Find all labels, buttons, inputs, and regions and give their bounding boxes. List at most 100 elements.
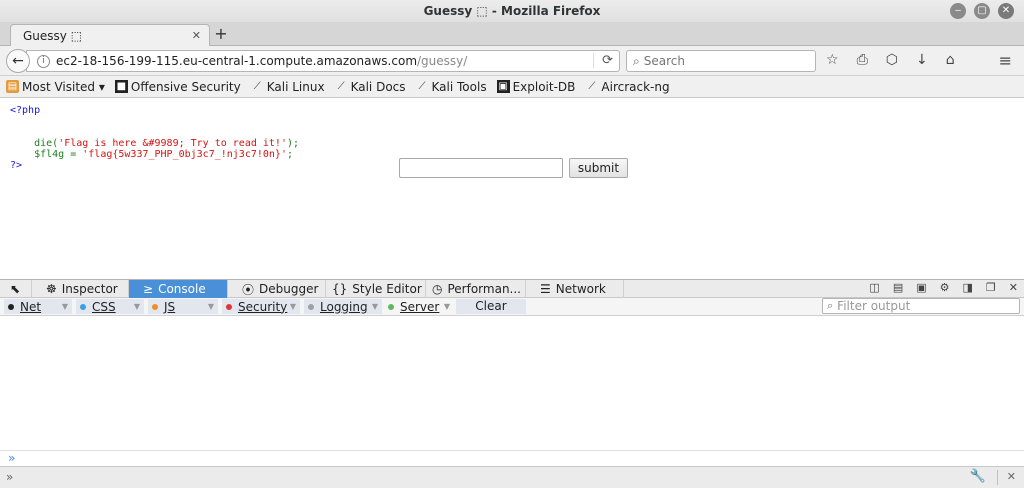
tab-guessy[interactable]: Guessy ⬚ ✕ bbox=[10, 24, 210, 46]
search-input[interactable] bbox=[643, 54, 794, 68]
aircrack-icon: ⟋ bbox=[588, 81, 596, 92]
chevron-down-icon: ▼ bbox=[371, 302, 378, 311]
gcli-prompt-icon[interactable]: » bbox=[6, 470, 13, 484]
bookmark-exploit-db[interactable]: ▣ Exploit-DB bbox=[496, 80, 575, 94]
kali-dragon-icon: ⟋ bbox=[418, 81, 426, 92]
url-host: ec2-18-156-199-115.eu-central-1.compute.… bbox=[56, 54, 418, 68]
performance-icon: ◷ bbox=[432, 282, 443, 296]
bookmark-aircrack-ng[interactable]: ⟋ Aircrack-ng bbox=[585, 80, 669, 94]
debugger-icon: ⦿ bbox=[242, 282, 255, 297]
die-argument: 'Flag is here &#9989; Try to read it!' bbox=[58, 138, 287, 149]
window-title: Guessy ⬚ - Mozilla Firefox bbox=[423, 4, 601, 18]
network-icon: ☰ bbox=[540, 282, 551, 296]
chevron-down-icon: ▼ bbox=[443, 302, 450, 311]
scratchpad-icon[interactable]: ▣ bbox=[916, 281, 926, 294]
filter-security[interactable]: Security ▼ bbox=[222, 299, 300, 314]
filter-css[interactable]: CSS ▼ bbox=[76, 299, 144, 314]
flag-variable: $fl4g bbox=[34, 149, 65, 160]
js-dot-icon bbox=[152, 303, 158, 310]
reload-icon[interactable]: ⟳ bbox=[593, 53, 613, 68]
responsive-mode-icon[interactable]: ▤ bbox=[893, 281, 903, 294]
folder-icon: ▤ bbox=[6, 80, 19, 93]
guess-form: submit bbox=[399, 158, 628, 178]
tab-inspector[interactable]: ☸ Inspector bbox=[32, 280, 129, 298]
downloads-icon[interactable]: ↓ bbox=[916, 52, 928, 68]
server-dot-icon bbox=[388, 303, 394, 310]
kali-dragon-icon: ⟋ bbox=[253, 81, 261, 92]
php-open-tag: <?php bbox=[10, 105, 41, 116]
url-bar[interactable]: i ec2-18-156-199-115.eu-central-1.comput… bbox=[26, 50, 620, 72]
page-content: <?php die('Flag is here &#9989; Try to r… bbox=[0, 99, 1024, 279]
css-dot-icon bbox=[80, 303, 86, 310]
logging-dot-icon bbox=[308, 303, 314, 310]
undock-icon[interactable]: ❐ bbox=[986, 281, 996, 294]
tab-debugger[interactable]: ⦿ Debugger bbox=[228, 280, 326, 298]
home-icon[interactable]: ⌂ bbox=[946, 52, 955, 68]
toolbar-divider bbox=[997, 470, 998, 485]
window-titlebar: Guessy ⬚ - Mozilla Firefox ‒ ▢ ✕ bbox=[0, 0, 1024, 22]
flag-value: 'flag{5w337_PHP_0bj3c7_!nj3c7!0n}' bbox=[82, 149, 287, 160]
guess-input[interactable] bbox=[399, 158, 563, 178]
console-prompt-icon: » bbox=[8, 451, 16, 465]
close-toolbar-icon[interactable]: ✕ bbox=[1007, 470, 1016, 483]
offsec-icon: ■ bbox=[114, 80, 128, 93]
clear-button[interactable]: Clear bbox=[456, 299, 526, 314]
chevron-down-icon: ▼ bbox=[207, 302, 214, 311]
tab-console[interactable]: ≥ Console bbox=[129, 280, 228, 298]
element-picker-icon[interactable]: ⬉ bbox=[0, 280, 32, 298]
close-devtools-icon[interactable]: ✕ bbox=[1009, 281, 1018, 294]
semicolon: ; bbox=[286, 149, 293, 160]
search-icon: ⌕ bbox=[827, 299, 834, 312]
filter-server[interactable]: Server ▼ bbox=[384, 299, 454, 314]
tab-close-icon[interactable]: ✕ bbox=[192, 29, 201, 42]
bookmark-kali-tools[interactable]: ⟋ Kali Tools bbox=[416, 80, 487, 94]
pocket-icon[interactable]: ⬡ bbox=[886, 52, 898, 68]
toolbar-icons: ☆ ⎙ ⬡ ↓ ⌂ bbox=[826, 52, 955, 68]
submit-button[interactable]: submit bbox=[569, 158, 628, 178]
exploit-db-icon: ▣ bbox=[496, 80, 510, 93]
search-bar[interactable]: ⌕ bbox=[626, 50, 816, 72]
bookmark-star-icon[interactable]: ☆ bbox=[826, 52, 839, 68]
close-window-button[interactable]: ✕ bbox=[998, 3, 1014, 19]
filter-js[interactable]: JS ▼ bbox=[148, 299, 218, 314]
navigation-toolbar: i ec2-18-156-199-115.eu-central-1.comput… bbox=[0, 46, 1024, 76]
bookmark-kali-docs[interactable]: ⟋ Kali Docs bbox=[335, 80, 406, 94]
bookmark-most-visited[interactable]: ▤ Most Visited ▾ bbox=[6, 80, 105, 94]
reading-list-icon[interactable]: ⎙ bbox=[857, 52, 868, 68]
tab-title: Guessy ⬚ bbox=[23, 28, 83, 43]
split-console-icon[interactable]: ◫ bbox=[869, 281, 879, 294]
tab-performance[interactable]: ◷ Performan... bbox=[426, 280, 526, 298]
die-end: ); bbox=[286, 138, 300, 149]
wrench-icon[interactable]: 🔧 bbox=[970, 469, 986, 484]
php-source: <?php die('Flag is here &#9989; Try to r… bbox=[10, 105, 299, 171]
console-output bbox=[0, 316, 1024, 450]
dock-side-icon[interactable]: ◨ bbox=[963, 281, 973, 294]
tab-network[interactable]: ☰ Network bbox=[526, 280, 624, 298]
maximize-button[interactable]: ▢ bbox=[974, 3, 990, 19]
assign-operator: = bbox=[64, 149, 83, 160]
filter-logging[interactable]: Logging ▼ bbox=[304, 299, 382, 314]
tab-style-editor[interactable]: {} Style Editor bbox=[326, 280, 426, 298]
bookmark-kali-linux[interactable]: ⟋ Kali Linux bbox=[251, 80, 325, 94]
minimize-button[interactable]: ‒ bbox=[950, 3, 966, 19]
hamburger-menu-icon[interactable]: ≡ bbox=[999, 51, 1012, 70]
url-path: /guessy/ bbox=[417, 54, 468, 68]
filter-output-field[interactable]: ⌕ Filter output bbox=[822, 298, 1020, 314]
filter-output-placeholder: Filter output bbox=[837, 299, 911, 313]
bookmark-offensive-security[interactable]: ■ Offensive Security bbox=[114, 80, 241, 94]
new-tab-button[interactable]: + bbox=[212, 25, 230, 43]
inspector-icon: ☸ bbox=[46, 282, 57, 296]
php-close-tag: ?> bbox=[10, 160, 23, 171]
filter-net[interactable]: Net ▼ bbox=[4, 299, 72, 314]
back-button[interactable]: ← bbox=[6, 49, 30, 73]
tab-strip: Guessy ⬚ ✕ + bbox=[0, 22, 1024, 46]
security-dot-icon bbox=[226, 303, 232, 310]
console-input[interactable]: » bbox=[0, 450, 1024, 466]
die-call: die( bbox=[34, 138, 59, 149]
chevron-down-icon: ▼ bbox=[61, 302, 68, 311]
site-info-icon[interactable]: i bbox=[37, 54, 50, 68]
settings-gear-icon[interactable]: ⚙ bbox=[940, 281, 950, 294]
bookmarks-toolbar: ▤ Most Visited ▾ ■ Offensive Security ⟋ Kal… bbox=[0, 76, 1024, 98]
devtools-toolbar: ⬉ ☸ Inspector ≥ Console ⦿ Debugger {} Style … bbox=[0, 279, 1024, 298]
console-filter-bar: Net ▼ CSS ▼ JS ▼ Security ▼ Logging ▼ Server ▼… bbox=[0, 298, 1024, 316]
